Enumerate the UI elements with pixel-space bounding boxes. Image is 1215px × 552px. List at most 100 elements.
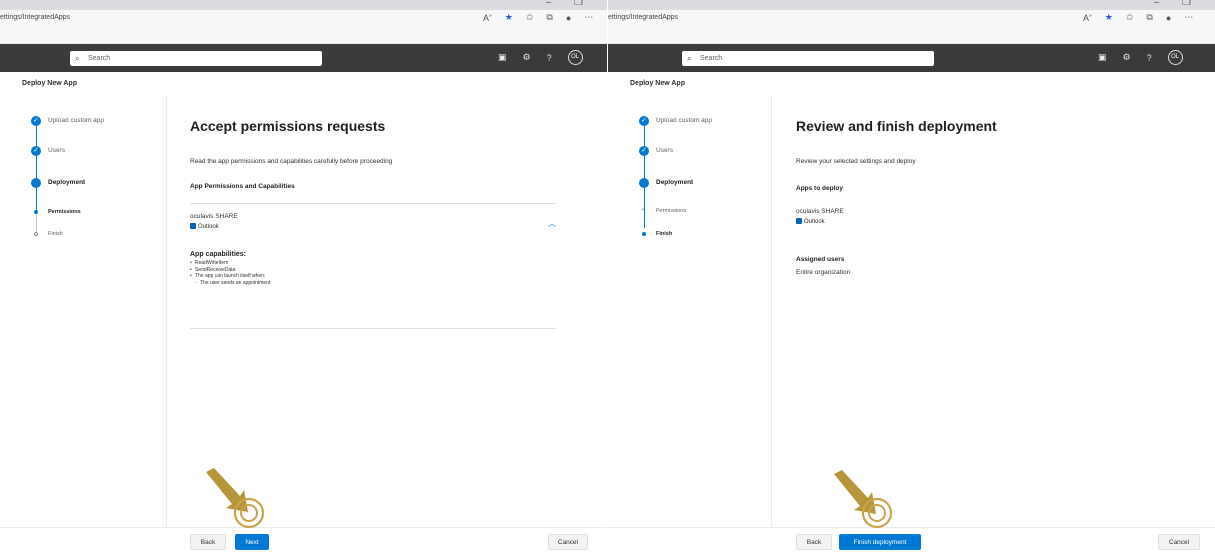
profile-icon[interactable]: ● [566,13,571,23]
page-title: Review and finish deployment [796,118,997,134]
checkmark-icon: ✓ [639,146,649,156]
checkmark-icon: ✓ [641,207,647,213]
app-name: oculavis SHARE [796,208,844,215]
favorites-icon[interactable]: ✩ [1126,12,1134,23]
list-item: The user sends an appointment [190,280,270,287]
app-host: Outlook [190,223,219,230]
favorites-icon[interactable]: ✩ [526,12,534,23]
capabilities-list: ReadWriteItem SendReceiveData The app ca… [190,260,270,286]
section-title: Assigned users [796,256,845,263]
help-icon[interactable]: ? [547,53,552,63]
back-button[interactable]: Back [796,534,832,550]
assigned-users-value: Entire organization [796,269,851,276]
outlook-icon [190,223,196,229]
feedback-icon[interactable]: ▣ [1098,52,1107,63]
settings-icon[interactable]: ⚙ [523,52,531,63]
avatar[interactable]: OL [1167,50,1183,65]
search-input[interactable]: ⌕ Search [682,51,934,66]
checkmark-icon: ✓ [31,146,41,156]
feedback-icon[interactable]: ▣ [498,52,507,63]
collections-icon[interactable]: ⧉ [546,12,552,23]
divider [771,96,772,528]
address-url[interactable]: ettings/IntegratedApps [608,14,678,21]
step-label: Upload custom app [48,117,105,124]
collections-icon[interactable]: ⧉ [1146,12,1152,23]
step-label: Finish [656,231,673,237]
footer-divider [0,527,607,528]
search-input[interactable]: ⌕ Search [70,51,322,66]
search-placeholder: Search [700,55,723,62]
favorite-star-icon[interactable]: ★ [1105,12,1113,23]
browser-toolbar: A» ★ ✩ ⧉ ● ⋯ [1083,12,1193,23]
left-screenshot-panel: – ❐ ettings/IntegratedApps A» ★ ✩ ⧉ ● ⋯ … [0,0,607,552]
step-label: Permissions [48,209,81,215]
header-actions: ▣ ⚙ ? OL [1098,50,1183,65]
search-placeholder: Search [88,55,111,62]
header-actions: ▣ ⚙ ? OL [498,50,583,65]
step-label: Users [48,147,65,154]
current-step-dot [639,178,649,188]
step-connector [36,126,37,146]
more-icon[interactable]: ⋯ [584,12,593,23]
cancel-button[interactable]: Cancel [1158,534,1200,550]
help-icon[interactable]: ? [1147,53,1152,63]
avatar[interactable]: OL [567,50,583,65]
panel-title: Deploy New App [630,80,685,87]
back-button[interactable]: Back [190,534,226,550]
m365-header-bar: ⌕ Search ▣ ⚙ ? OL [608,44,1215,72]
section-title: App Permissions and Capabilities [190,183,295,190]
settings-icon[interactable]: ⚙ [1123,52,1131,63]
favorite-star-icon[interactable]: ★ [505,12,513,23]
host-label: Outlook [804,219,825,225]
divider [166,96,167,528]
profile-icon[interactable]: ● [1166,13,1171,23]
step-connector [36,212,37,232]
panel-title: Deploy New App [22,80,77,87]
substep-dot [34,210,38,214]
right-screenshot-panel: – ❐ ettings/IntegratedApps A» ★ ✩ ⧉ ● ⋯ … [608,0,1215,552]
app-host: Outlook [796,218,825,225]
step-label: Upload custom app [656,117,713,124]
window-controls[interactable]: – ❐ [546,0,593,8]
browser-titlebar: – ❐ [608,0,1215,10]
page-title: Accept permissions requests [190,118,386,134]
address-url[interactable]: ettings/IntegratedApps [0,14,70,21]
capabilities-title: App capabilities: [190,251,247,258]
search-icon: ⌕ [75,54,80,63]
browser-address-bar: ettings/IntegratedApps A» ★ ✩ ⧉ ● ⋯ [608,10,1215,44]
app-name: oculavis SHARE [190,213,238,220]
step-connector [36,156,37,178]
browser-address-bar: ettings/IntegratedApps A» ★ ✩ ⧉ ● ⋯ [0,10,607,44]
step-label: Deployment [656,179,694,186]
step-connector [644,156,645,178]
checkmark-icon: ✓ [639,116,649,126]
annotation-arrow-icon [834,470,893,529]
read-aloud-icon[interactable]: A» [483,13,492,23]
annotation-arrow-icon [206,468,265,529]
page-description: Read the app permissions and capabilitie… [190,158,393,165]
wizard-steps: ✓ Upload custom app ✓ Users Deployment ✓… [608,98,774,528]
read-aloud-icon[interactable]: A» [1083,13,1092,23]
outlook-icon [796,218,802,224]
section-title: Apps to deploy [796,185,843,192]
next-button[interactable]: Next [235,534,269,550]
step-connector [644,126,645,146]
substep-dot [642,232,646,236]
divider [190,328,556,329]
wizard-steps: ✓ Upload custom app ✓ Users Deployment P… [0,98,166,528]
step-label: Users [656,147,673,154]
step-label: Deployment [48,179,86,186]
window-controls[interactable]: – ❐ [1154,0,1201,8]
footer-divider [608,527,1215,528]
divider [190,203,556,204]
step-label: Finish [48,231,63,237]
page-description: Review your selected settings and deploy [796,158,916,165]
chevron-up-icon[interactable]: ︿ [548,218,556,229]
substep-dot [34,232,38,236]
finish-deployment-button[interactable]: Finish deployment [839,534,921,550]
browser-toolbar: A» ★ ✩ ⧉ ● ⋯ [483,12,593,23]
current-step-dot [31,178,41,188]
cancel-button[interactable]: Cancel [548,534,588,550]
checkmark-icon: ✓ [31,116,41,126]
more-icon[interactable]: ⋯ [1184,12,1193,23]
